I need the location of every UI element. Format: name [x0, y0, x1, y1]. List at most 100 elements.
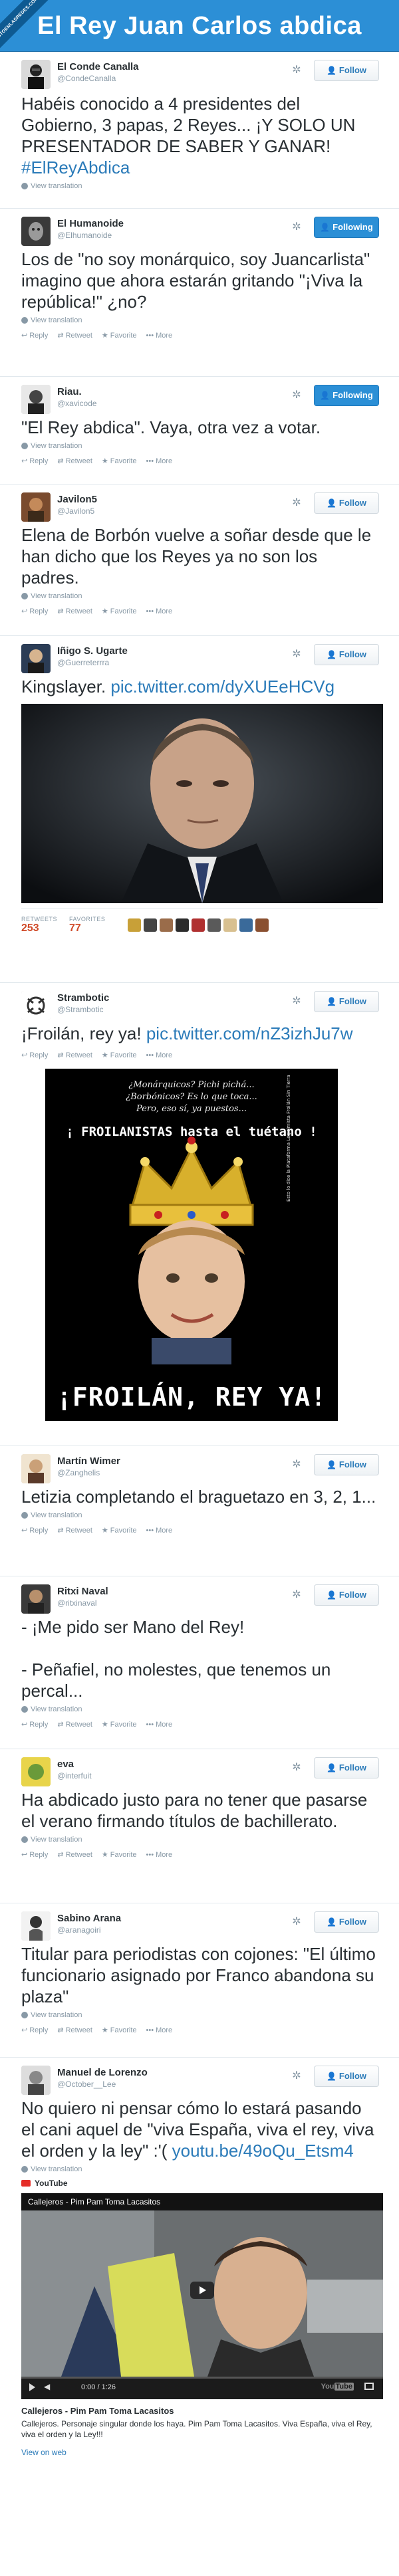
video-card-title[interactable]: Callejeros - Pim Pam Toma Lacasitos [16, 2399, 383, 2416]
gear-icon[interactable]: ✲ [291, 222, 302, 233]
reply-button[interactable]: ↩ Reply [21, 1850, 48, 1860]
video-player[interactable]: Callejeros - Pim Pam Toma Lacasitos ◀ 0:… [21, 2193, 383, 2399]
avatar[interactable] [21, 492, 51, 522]
favorite-button[interactable]: ★ Favorite [102, 1526, 137, 1535]
youtube-link[interactable]: youtu.be/49oQu_Etsm4 [172, 2141, 354, 2161]
favorite-button[interactable]: ★ Favorite [102, 1051, 137, 1060]
follow-button[interactable]: 👤 Follow [314, 60, 379, 81]
more-button[interactable]: ••• More [146, 2026, 173, 2034]
play-control-icon[interactable] [29, 2383, 35, 2391]
avatar[interactable] [21, 2066, 51, 2095]
gear-icon[interactable]: ✲ [291, 1459, 302, 1470]
author-handle[interactable]: @Elhumanoide [57, 230, 124, 241]
photo-link[interactable]: pic.twitter.com/nZ3izhJu7w [146, 1023, 353, 1043]
progress-bar[interactable] [21, 2377, 383, 2379]
follow-button[interactable]: 👤 Follow [314, 1584, 379, 1606]
gear-icon[interactable]: ✲ [291, 2071, 302, 2082]
author-handle[interactable]: @Strambotic [57, 1004, 109, 1015]
author-name[interactable]: Manuel de Lorenzo [57, 2067, 148, 2079]
more-button[interactable]: ••• More [146, 607, 173, 615]
avatar[interactable] [176, 918, 190, 932]
avatar[interactable] [144, 918, 158, 932]
avatar[interactable] [21, 60, 51, 89]
author-handle[interactable]: @October__Lee [57, 2079, 148, 2090]
view-translation-link[interactable]: View translation [16, 2161, 383, 2173]
author-name[interactable]: El Humanoide [57, 218, 124, 230]
author-handle[interactable]: @CondeCanalla [57, 73, 139, 84]
favorites-stat[interactable]: FAVORITES 77 [69, 916, 105, 934]
follow-button[interactable]: 👤 Follow [314, 2066, 379, 2087]
favorite-button[interactable]: ★ Favorite [102, 1720, 137, 1729]
retweet-button[interactable]: ⇄ Retweet [57, 457, 92, 466]
play-button[interactable] [190, 2282, 214, 2299]
view-translation-link[interactable]: View translation [16, 588, 383, 600]
avatar[interactable] [160, 918, 174, 932]
author-name[interactable]: Sabino Arana [57, 1913, 121, 1925]
more-button[interactable]: ••• More [146, 331, 173, 340]
froilan-poster[interactable]: ¿Monárquicos? Pichi pichá... ¿Borbónicos… [45, 1069, 338, 1421]
follow-button[interactable]: 👤 Follow [314, 492, 379, 514]
more-button[interactable]: ••• More [146, 1526, 173, 1535]
view-translation-link[interactable]: View translation [16, 2007, 383, 2019]
retweet-button[interactable]: ⇄ Retweet [57, 607, 92, 616]
author-handle[interactable]: @Javilon5 [57, 506, 97, 516]
reply-button[interactable]: ↩ Reply [21, 457, 48, 466]
reply-button[interactable]: ↩ Reply [21, 607, 48, 616]
view-translation-link[interactable]: View translation [16, 312, 383, 324]
more-button[interactable]: ••• More [146, 1051, 173, 1059]
view-translation-link[interactable]: View translation [16, 1701, 383, 1713]
view-translation-link[interactable]: View translation [16, 1832, 383, 1844]
retweet-button[interactable]: ⇄ Retweet [57, 1850, 92, 1860]
gear-icon[interactable]: ✲ [291, 1917, 302, 1927]
favorite-button[interactable]: ★ Favorite [102, 607, 137, 616]
reply-button[interactable]: ↩ Reply [21, 331, 48, 340]
avatar[interactable] [207, 918, 221, 932]
favorite-button[interactable]: ★ Favorite [102, 1850, 137, 1860]
youtube-logo-icon[interactable]: You Tube [321, 2383, 354, 2391]
avatar[interactable] [21, 1757, 51, 1786]
author-handle[interactable]: @Zanghelis [57, 1467, 120, 1478]
view-translation-link[interactable]: View translation [16, 178, 383, 190]
avatar[interactable] [21, 991, 51, 1020]
fullscreen-icon[interactable] [364, 2383, 374, 2390]
favorite-button[interactable]: ★ Favorite [102, 457, 137, 466]
following-button[interactable]: 👤 Following [314, 385, 379, 406]
author-handle[interactable]: @aranagoiri [57, 1925, 121, 1935]
following-button[interactable]: 👤 Following [314, 217, 379, 238]
author-handle[interactable]: @interfuit [57, 1771, 92, 1781]
retweet-button[interactable]: ⇄ Retweet [57, 2026, 92, 2035]
reply-button[interactable]: ↩ Reply [21, 2026, 48, 2035]
gear-icon[interactable]: ✲ [291, 390, 302, 401]
author-name[interactable]: Riau. [57, 386, 97, 398]
author-handle[interactable]: @Guerreterrra [57, 657, 128, 668]
avatar[interactable] [21, 1454, 51, 1483]
gear-icon[interactable]: ✲ [291, 1763, 302, 1773]
retweet-button[interactable]: ⇄ Retweet [57, 331, 92, 340]
avatar[interactable] [21, 1584, 51, 1614]
avatar[interactable] [255, 918, 269, 932]
retweet-button[interactable]: ⇄ Retweet [57, 1720, 92, 1729]
author-name[interactable]: El Conde Canalla [57, 61, 139, 73]
retweet-button[interactable]: ⇄ Retweet [57, 1051, 92, 1060]
avatar[interactable] [223, 918, 237, 932]
author-name[interactable]: Iñigo S. Ugarte [57, 645, 128, 657]
author-name[interactable]: Javilon5 [57, 494, 97, 506]
author-name[interactable]: Martín Wimer [57, 1455, 120, 1467]
favorite-button[interactable]: ★ Favorite [102, 331, 137, 340]
more-button[interactable]: ••• More [146, 1850, 173, 1859]
gear-icon[interactable]: ✲ [291, 996, 302, 1007]
reply-button[interactable]: ↩ Reply [21, 1526, 48, 1535]
gear-icon[interactable]: ✲ [291, 65, 302, 76]
view-translation-link[interactable]: View translation [16, 1507, 383, 1519]
follow-button[interactable]: 👤 Follow [314, 644, 379, 665]
hashtag-link[interactable]: #ElReyAbdica [21, 158, 130, 177]
avatar[interactable] [21, 644, 51, 673]
photo-link[interactable]: pic.twitter.com/dyXUEeHCVg [110, 677, 334, 697]
more-button[interactable]: ••• More [146, 1720, 173, 1729]
view-translation-link[interactable]: View translation [16, 438, 383, 450]
view-on-web-link[interactable]: View on web [16, 2440, 383, 2457]
favorite-button[interactable]: ★ Favorite [102, 2026, 137, 2035]
more-button[interactable]: ••• More [146, 457, 173, 465]
reply-button[interactable]: ↩ Reply [21, 1051, 48, 1060]
avatar[interactable] [21, 385, 51, 414]
